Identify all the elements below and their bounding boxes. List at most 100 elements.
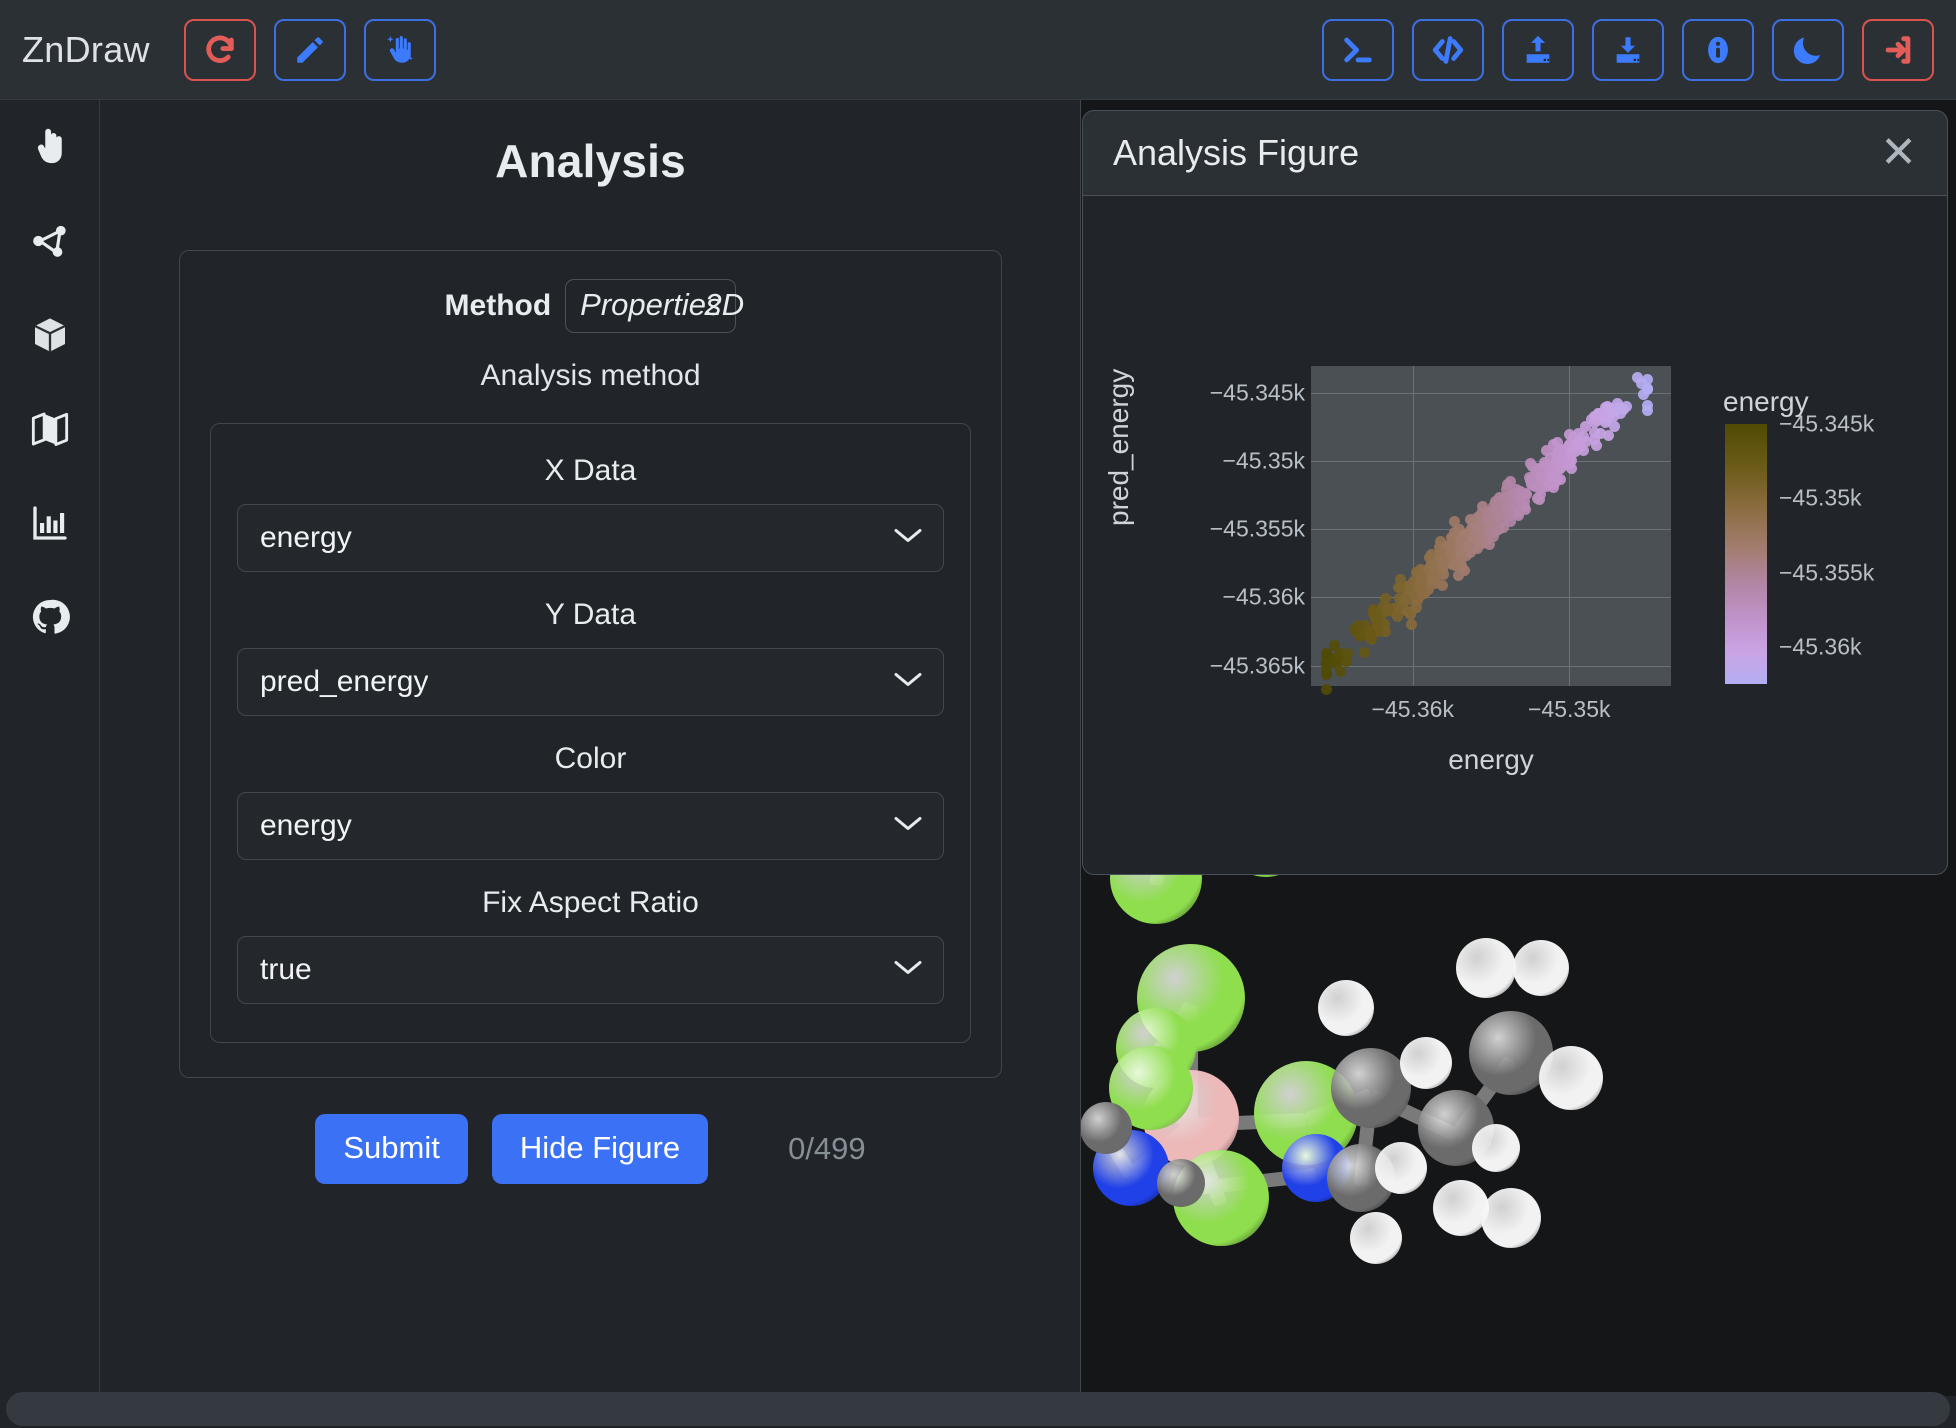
chevron-down-icon xyxy=(893,815,923,838)
gridline-horizontal xyxy=(1311,461,1671,463)
scatter-plot-canvas[interactable] xyxy=(1311,366,1671,696)
y-axis-label: pred_energy xyxy=(1103,368,1134,526)
scatter-point xyxy=(1642,373,1654,385)
molecule-atom-hydrogen xyxy=(1472,1124,1520,1172)
molecule-atom-carbon xyxy=(1081,1102,1132,1154)
molecule-atom-hydrogen xyxy=(1513,940,1569,996)
cube-icon xyxy=(30,315,70,355)
moon-icon xyxy=(1791,33,1825,67)
sidebar-item-github[interactable] xyxy=(22,592,78,642)
analysis-method-card: Method Properties 2D Analysis method X Da… xyxy=(179,250,1002,1078)
chart-bar-icon xyxy=(30,503,70,543)
status-bar xyxy=(6,1392,1950,1426)
y-tick-label: −45.365k xyxy=(1209,652,1305,679)
app-window: ZnDraw Analysis Method Properties 2D Ana… xyxy=(0,0,1956,1428)
y-data-select[interactable]: pred_energy xyxy=(237,648,944,716)
scatter-point xyxy=(1382,602,1394,614)
color-select[interactable]: energy xyxy=(237,792,944,860)
gridline-vertical xyxy=(1569,366,1571,686)
theme-button[interactable] xyxy=(1772,18,1844,81)
fix-aspect-ratio-label: Fix Aspect Ratio xyxy=(482,886,699,919)
gridline-horizontal xyxy=(1311,393,1671,395)
close-icon[interactable]: ✕ xyxy=(1880,131,1917,175)
scatter-point xyxy=(1368,607,1380,619)
gridline-horizontal xyxy=(1311,665,1671,667)
code-icon xyxy=(1431,33,1465,67)
x-data-label: X Data xyxy=(544,454,637,487)
molecule-atom-hydrogen xyxy=(1433,1180,1489,1236)
colorbar-gradient xyxy=(1725,424,1767,684)
upload-icon xyxy=(1521,33,1555,67)
x-tick-label: −45.35k xyxy=(1528,696,1611,722)
fix-aspect-ratio-value: true xyxy=(260,953,312,986)
sidebar-item-bonds[interactable] xyxy=(22,216,78,266)
figure-plot-area[interactable]: −45.345k −45.35k −45.355k −45.36k −45.365k −… xyxy=(1083,196,1947,874)
gridline-vertical xyxy=(1412,366,1414,686)
draw-button[interactable] xyxy=(273,18,346,81)
y-tick-label: −45.35k xyxy=(1222,447,1306,474)
color-field: Color energy xyxy=(237,742,944,860)
x-data-select[interactable]: energy xyxy=(237,504,944,572)
sidebar-item-analysis[interactable] xyxy=(22,498,78,548)
scatter-point xyxy=(1512,509,1524,521)
x-tick-label: −45.36k xyxy=(1371,696,1454,722)
download-button[interactable] xyxy=(1592,18,1664,81)
share-nodes-icon xyxy=(30,221,70,261)
scatter-point xyxy=(1590,440,1602,452)
analysis-panel: Analysis Method Properties 2D Analysis me… xyxy=(101,100,1081,1396)
method-value-base: Properties xyxy=(580,287,722,322)
code-button[interactable] xyxy=(1412,18,1484,81)
scatter-point xyxy=(1400,594,1412,606)
analysis-footer: Submit Hide Figure 0/499 xyxy=(101,1114,1080,1184)
terminal-icon xyxy=(1341,33,1375,67)
x-data-field: X Data energy xyxy=(237,454,944,572)
molecule-atom-hydrogen xyxy=(1400,1037,1452,1089)
fix-aspect-ratio-select[interactable]: true xyxy=(237,936,944,1004)
sidebar-item-cell[interactable] xyxy=(22,310,78,360)
navbar-right-actions xyxy=(1322,18,1934,81)
molecule-atom-hydrogen xyxy=(1350,1212,1402,1264)
color-value: energy xyxy=(260,809,352,842)
scatter-point xyxy=(1341,648,1353,660)
logout-button[interactable] xyxy=(1862,18,1934,81)
hand-sparkle-icon xyxy=(383,33,417,67)
sign-out-icon xyxy=(1881,33,1915,67)
sidebar-item-select[interactable] xyxy=(22,122,78,172)
molecule-atom-hydrogen xyxy=(1539,1046,1603,1110)
github-icon xyxy=(30,597,70,637)
scatter-point xyxy=(1365,630,1377,642)
molecule-atom-hydrogen xyxy=(1481,1188,1541,1248)
figure-title: Analysis Figure xyxy=(1113,132,1360,173)
gridline-horizontal xyxy=(1311,597,1671,599)
chevron-down-icon xyxy=(893,959,923,982)
info-button[interactable] xyxy=(1682,18,1754,81)
sidebar-item-scene[interactable] xyxy=(22,404,78,454)
method-value-suffix: 2D xyxy=(704,287,745,322)
console-button[interactable] xyxy=(1322,18,1394,81)
scatter-point xyxy=(1504,475,1516,487)
x-data-value: energy xyxy=(260,521,352,554)
scatter-point xyxy=(1462,541,1474,553)
submit-button[interactable]: Submit xyxy=(315,1114,468,1184)
chevron-down-icon xyxy=(893,527,923,550)
method-value-badge[interactable]: Properties 2D xyxy=(565,279,744,333)
y-data-field: Y Data pred_energy xyxy=(237,598,944,716)
molecule-atom-hydrogen xyxy=(1456,938,1516,998)
y-data-label: Y Data xyxy=(544,598,637,631)
download-icon xyxy=(1611,33,1645,67)
navbar-left-actions xyxy=(183,18,436,81)
hide-figure-button[interactable]: Hide Figure xyxy=(491,1114,709,1184)
interact-button[interactable] xyxy=(363,18,436,81)
scatter-point xyxy=(1358,646,1370,658)
scatter-point xyxy=(1352,619,1364,631)
map-icon xyxy=(30,409,70,449)
scatter-point xyxy=(1334,665,1346,677)
y-tick-label: −45.355k xyxy=(1209,515,1305,542)
y-tick-label: −45.345k xyxy=(1209,379,1305,406)
upload-button[interactable] xyxy=(1502,18,1574,81)
info-circle-icon xyxy=(1701,33,1735,67)
reset-button[interactable] xyxy=(183,18,256,81)
color-label: Color xyxy=(554,742,627,775)
scatter-point xyxy=(1491,525,1503,537)
molecule-atom-carbon xyxy=(1157,1159,1205,1207)
